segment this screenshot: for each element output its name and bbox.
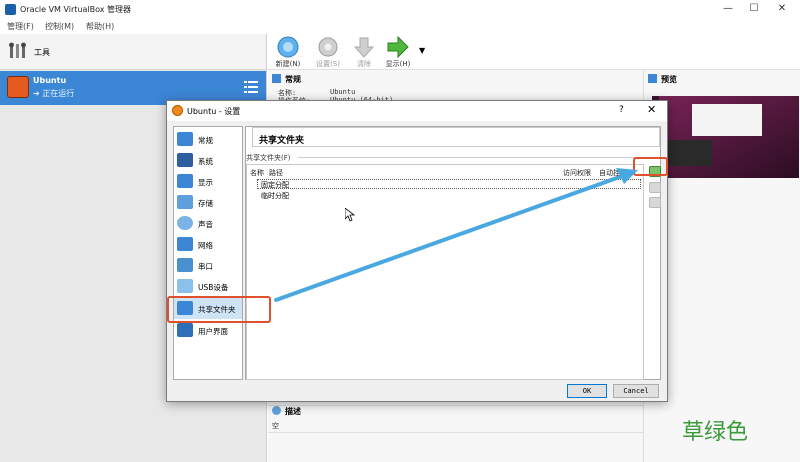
watermark-text: 草绿色 (682, 420, 749, 445)
mouse-cursor-icon (345, 208, 355, 222)
tutorial-arrow (274, 168, 638, 302)
